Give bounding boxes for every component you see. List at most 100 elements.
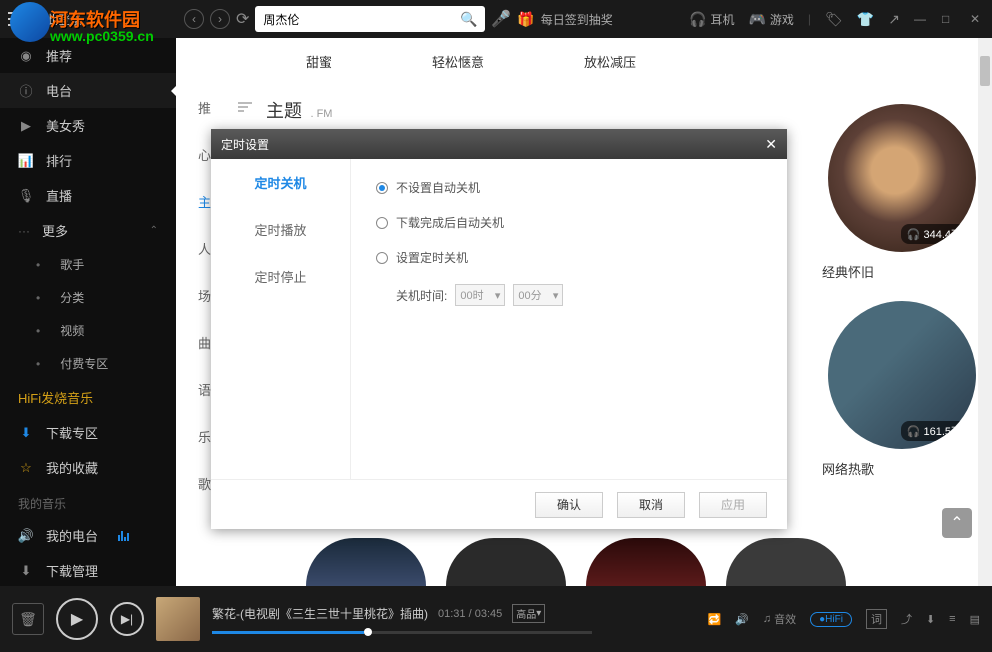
nav-forward-button[interactable]: › xyxy=(210,9,230,29)
progress-thumb[interactable] xyxy=(364,628,372,636)
album-card-classic[interactable]: 🎧344.4万 经典怀旧 xyxy=(822,104,982,281)
sidebar-item-live[interactable]: 🎙直播 xyxy=(0,178,176,213)
thumb-4[interactable] xyxy=(726,538,846,586)
filter-rec[interactable]: 推 xyxy=(198,98,211,117)
theme-icon[interactable]: 👕 xyxy=(857,11,874,28)
hifi-button[interactable]: ●HiFi xyxy=(810,612,852,627)
sidebar-item-singer[interactable]: 歌手 xyxy=(0,248,176,281)
thumb-3[interactable] xyxy=(586,538,706,586)
filter-heart[interactable]: 心 xyxy=(198,145,211,164)
ok-button[interactable]: 确认 xyxy=(535,492,603,518)
sidebar-item-recommend[interactable]: ◉推荐 xyxy=(0,38,176,73)
compass-icon: ◉ xyxy=(18,48,34,64)
album-card-hot[interactable]: 🎧161.5万 网络热歌 xyxy=(822,301,982,478)
play-button[interactable]: ▶ xyxy=(56,598,98,640)
modal-close-button[interactable]: ✕ xyxy=(765,136,777,153)
filter-lang[interactable]: 语 xyxy=(198,380,211,399)
hour-select[interactable]: 00时▾ xyxy=(455,284,505,306)
sidebar-item-paid[interactable]: 付费专区 xyxy=(0,347,176,380)
sidebar-item-category[interactable]: 分类 xyxy=(0,281,176,314)
play-count: 🎧344.4万 xyxy=(901,224,968,244)
sidebar-item-hifi[interactable]: HiFi发烧音乐 xyxy=(0,380,176,415)
sidebar-item-my-radio[interactable]: 🔊我的电台 xyxy=(0,518,176,553)
download2-icon: ⬇ xyxy=(18,563,34,579)
filter-theme[interactable]: 主 xyxy=(198,192,211,211)
tag-icon[interactable]: 🏷 xyxy=(825,11,843,28)
radio-timer[interactable]: 设置定时关机 xyxy=(376,249,762,266)
track-name[interactable]: 繁花-(电视剧《三生三世十里桃花》插曲) xyxy=(212,605,428,622)
album-image: 🎧161.5万 xyxy=(828,301,976,449)
tab-stop[interactable]: 定时停止 xyxy=(211,253,350,300)
login-link[interactable]: 点此登录 xyxy=(34,11,82,28)
radio-none[interactable]: 不设置自动关机 xyxy=(376,179,762,196)
apply-button[interactable]: 应用 xyxy=(699,492,767,518)
share-button[interactable]: ⤴ xyxy=(901,611,912,627)
note-icon: ♫ xyxy=(763,613,771,625)
tag-sweet[interactable]: 甜蜜 xyxy=(306,52,332,71)
next-button[interactable]: ▶| xyxy=(110,602,144,636)
modal-title: 定时设置 xyxy=(221,136,269,153)
album-cover[interactable] xyxy=(156,597,200,641)
nav-back-button[interactable]: ‹ xyxy=(184,9,204,29)
minimize-button[interactable]: — xyxy=(914,12,928,26)
effect-button[interactable]: ♫音效 xyxy=(763,611,796,627)
tag-relax[interactable]: 轻松惬意 xyxy=(432,52,484,71)
app-header: 点此登录 ‹ › ⟳ 🔍 🎤 🎁 每日签到抽奖 🎧耳机 🎮游戏 | 🏷 👕 ↗ … xyxy=(0,0,992,38)
equalizer-icon xyxy=(118,531,129,541)
radio-download[interactable]: 下载完成后自动关机 xyxy=(376,214,762,231)
search-input[interactable] xyxy=(263,12,460,26)
tab-play[interactable]: 定时播放 xyxy=(211,206,350,253)
video-icon: ▶ xyxy=(18,118,34,134)
filter-scene[interactable]: 场 xyxy=(198,286,211,305)
sidebar-item-beauty[interactable]: ▶美女秀 xyxy=(0,108,176,143)
volume-button[interactable]: 🔊 xyxy=(735,613,749,626)
playlist-button[interactable]: 🗑 xyxy=(12,603,44,635)
sort-icon[interactable] xyxy=(238,102,252,112)
tag-calm[interactable]: 放松减压 xyxy=(584,52,636,71)
filter-song[interactable]: 曲 xyxy=(198,333,211,352)
player-bar: 🗑 ▶ ▶| 繁花-(电视剧《三生三世十里桃花》插曲) 01:31 / 03:4… xyxy=(0,586,992,652)
progress-bar[interactable] xyxy=(212,631,592,634)
scroll-top-button[interactable]: ⌃ xyxy=(942,508,972,538)
minute-select[interactable]: 00分▾ xyxy=(513,284,563,306)
quality-badge[interactable]: 高品 ▾ xyxy=(512,604,545,623)
thumb-2[interactable] xyxy=(446,538,566,586)
tab-shutdown[interactable]: 定时关机 xyxy=(211,159,350,206)
filter-human[interactable]: 人 xyxy=(198,239,211,258)
sidebar-item-more[interactable]: ···更多⌃ xyxy=(0,213,176,248)
search-box[interactable]: 🔍 xyxy=(255,6,485,32)
scrollbar[interactable] xyxy=(978,38,992,586)
radio-icon xyxy=(376,182,388,194)
mic-icon[interactable]: 🎤 xyxy=(491,9,511,29)
sidebar-item-download-mgr[interactable]: ⬇下载管理 xyxy=(0,553,176,586)
loop-button[interactable]: 🔁 xyxy=(707,613,721,626)
download-button[interactable]: ⬇ xyxy=(926,613,935,626)
queue-button[interactable]: ▤ xyxy=(970,613,980,626)
cancel-button[interactable]: 取消 xyxy=(617,492,685,518)
popup-icon[interactable]: ↗ xyxy=(888,11,900,28)
equalizer-button[interactable]: ≡ xyxy=(949,613,955,625)
modal-header[interactable]: 定时设置 ✕ xyxy=(211,129,787,159)
refresh-button[interactable]: ⟳ xyxy=(236,9,249,29)
maximize-button[interactable]: □ xyxy=(942,12,956,26)
game-link[interactable]: 🎮游戏 xyxy=(748,11,793,28)
sidebar-item-rank[interactable]: 📊排行 xyxy=(0,143,176,178)
sidebar-item-radio[interactable]: ⓘ电台 xyxy=(0,73,176,108)
lyrics-button[interactable]: 词 xyxy=(866,609,887,629)
close-button[interactable]: ✕ xyxy=(970,12,984,26)
filter-singer[interactable]: 歌 xyxy=(198,474,211,493)
headphone-link[interactable]: 🎧耳机 xyxy=(689,11,734,28)
thumb-1[interactable] xyxy=(306,538,426,586)
chart-icon: 📊 xyxy=(18,153,34,169)
gift-icon[interactable]: 🎁 xyxy=(517,11,534,28)
filter-music[interactable]: 乐 xyxy=(198,427,211,446)
search-icon[interactable]: 🔍 xyxy=(460,11,477,28)
sidebar-item-download[interactable]: ⬇下载专区 xyxy=(0,415,176,450)
scrollbar-thumb[interactable] xyxy=(980,56,990,86)
sidebar-item-video[interactable]: 视频 xyxy=(0,314,176,347)
checkin-link[interactable]: 每日签到抽奖 xyxy=(541,11,613,28)
timer-settings-modal: 定时设置 ✕ 定时关机 定时播放 定时停止 不设置自动关机 下载完成后自动关机 … xyxy=(211,129,787,529)
menu-icon[interactable] xyxy=(8,12,28,26)
sidebar-item-favorite[interactable]: ☆我的收藏 xyxy=(0,450,176,485)
album-image: 🎧344.4万 xyxy=(828,104,976,252)
